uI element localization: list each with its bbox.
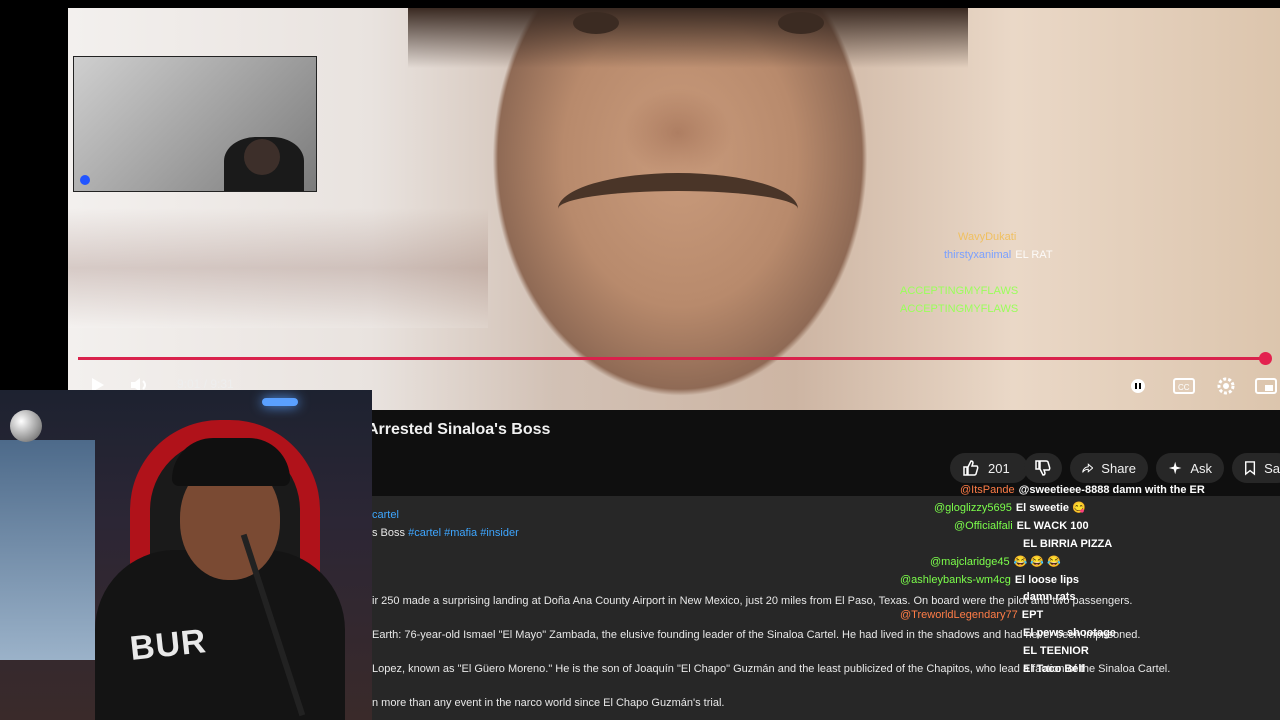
share-icon: [1082, 463, 1094, 473]
overlay-chat-row: thirstyxanimal EL RAT: [900, 246, 1130, 264]
chat-message: El Taco Bell: [1023, 663, 1085, 676]
overlay-chat-row: [900, 264, 1130, 282]
chat-row: @ItsPande @sweetieee-8888 damn with the E…: [900, 482, 1280, 500]
settings-button[interactable]: [1214, 374, 1238, 398]
gear-icon: [1217, 377, 1235, 395]
streamer-facecam: BUR: [0, 390, 372, 720]
facecam-light: [262, 398, 298, 406]
description-hashtags[interactable]: #cartel #mafia #insider: [408, 527, 519, 539]
thumbs-up-icon: [963, 460, 979, 476]
chat-message: EL BIRRIA PIZZA: [1023, 537, 1113, 550]
chat-message: EL RAT: [1015, 249, 1053, 261]
chat-username: @majclaridge45: [930, 555, 1010, 568]
chat-message: EL TEENIOR: [1023, 645, 1089, 658]
chat-message: El sweetie 😋: [1015, 501, 1086, 514]
chat-row: El pews shootage: [900, 625, 1280, 643]
share-button[interactable]: Share: [1070, 453, 1148, 483]
thumbs-down-icon: [1035, 460, 1051, 476]
chat-username: WavyDukati: [958, 231, 1017, 243]
save-button[interactable]: Sa: [1232, 453, 1280, 483]
dislike-button[interactable]: [1024, 453, 1062, 483]
ask-label: Ask: [1190, 460, 1212, 476]
facecam-monitor: [0, 440, 95, 660]
autoplay-toggle[interactable]: [1128, 374, 1152, 398]
miniplayer-icon: [1255, 378, 1277, 394]
like-count: 201: [988, 460, 1010, 476]
progress-bar[interactable]: [78, 357, 1266, 360]
chat-message: El pews shootage: [1023, 627, 1116, 640]
captions-button[interactable]: CC: [1172, 374, 1196, 398]
chat-row: EL BIRRIA PIZZA: [900, 536, 1280, 554]
webcam-head: [244, 139, 280, 175]
chat-message: damn rats: [1023, 591, 1076, 604]
chat-row: EL TEENIOR: [900, 643, 1280, 661]
chat-row: @Officialfali EL WACK 100: [900, 518, 1280, 536]
chat-username: @ItsPande: [960, 484, 1015, 496]
chat-username: @ashleybanks-wm4cg: [900, 573, 1011, 586]
video-nose: [623, 88, 733, 178]
webcam-light: [80, 175, 90, 185]
time-display: 9:01 / 9:31: [177, 377, 234, 391]
chat-row: @majclaridge45 😂 😂 😂: [900, 554, 1280, 572]
chat-username: @TreworldLegendary77: [900, 609, 1018, 622]
svg-text:CC: CC: [1178, 383, 1190, 392]
bookmark-icon: [1245, 461, 1256, 476]
chat-username: thirstyxanimal: [944, 249, 1012, 261]
facecam-shirt-print: BUR: [128, 622, 209, 668]
progress-handle[interactable]: [1259, 352, 1272, 365]
facecam-cap: [172, 438, 290, 486]
sparkle-icon: [1168, 461, 1182, 475]
chat-username: @gloglizzy5695: [934, 501, 1012, 514]
video-hair: [408, 8, 968, 68]
chat-message: @sweetieee-8888 damn with the ER: [1018, 484, 1205, 496]
chat-message: 😂 😂 😂: [1013, 555, 1061, 568]
video-eye-left: [573, 12, 619, 34]
description-line: s Boss #cartel #mafia #insider: [372, 527, 519, 539]
miniplayer-button[interactable]: [1254, 374, 1278, 398]
chat-username: ACCEPTINGMYFLAWS: [900, 285, 1019, 297]
ask-button[interactable]: Ask: [1156, 453, 1224, 483]
facecam-disco-ball: [10, 410, 42, 442]
chat-row: El Taco Bell: [900, 661, 1280, 679]
overlay-chat-row: ACCEPTINGMYFLAWS: [900, 282, 1130, 300]
chat-username: @Officialfali: [954, 519, 1013, 532]
description-hashtag[interactable]: cartel: [372, 509, 399, 521]
description-line: n more than any event in the narco world…: [372, 697, 725, 709]
overlay-chat-row: ACCEPTINGMYFLAWS: [900, 300, 1130, 318]
chat-row: @TreworldLegendary77 EPT: [900, 607, 1280, 625]
chat-row: @gloglizzy5695 El sweetie 😋: [900, 500, 1280, 518]
stream-chat: @ItsPande @sweetieee-8888 damn with the E…: [900, 482, 1280, 679]
secondary-webcam: [73, 56, 317, 192]
chat-message: EPT: [1021, 609, 1044, 622]
share-label: Share: [1101, 460, 1136, 476]
like-button[interactable]: 201: [950, 453, 1028, 483]
video-eye-right: [778, 12, 824, 34]
save-label: Sa: [1264, 460, 1280, 476]
chat-message: El loose lips: [1014, 573, 1080, 586]
description-text: s Boss: [372, 527, 406, 539]
chat-message: EL WACK 100: [1016, 519, 1089, 532]
chat-username: ACCEPTINGMYFLAWS: [900, 303, 1019, 315]
autoplay-icon: [1131, 379, 1145, 393]
video-title: Arrested Sinaloa's Boss: [367, 421, 551, 438]
video-mustache: [558, 173, 798, 233]
video-blur: [68, 208, 488, 328]
captions-icon: CC: [1173, 378, 1195, 394]
overlay-chat-row: WavyDukati: [900, 228, 1130, 246]
overlay-chat: WavyDukati thirstyxanimal EL RAT ACCEPTIN…: [900, 228, 1130, 318]
chat-row: @ashleybanks-wm4cg El loose lips: [900, 572, 1280, 590]
chat-row: damn rats: [900, 589, 1280, 607]
